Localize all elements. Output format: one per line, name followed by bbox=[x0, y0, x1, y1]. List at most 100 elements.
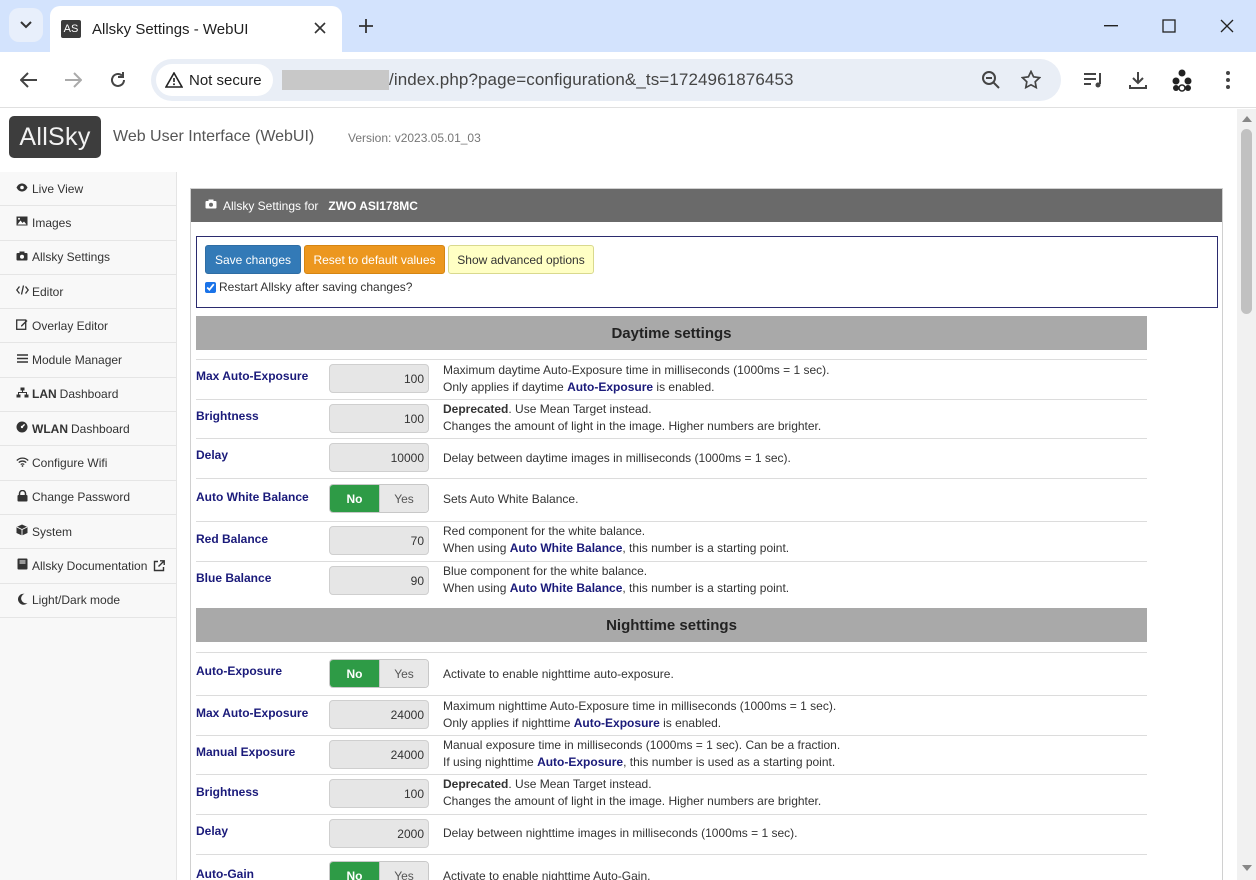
setting-description: Sets Auto White Balance. bbox=[443, 492, 579, 506]
media-control-icon[interactable] bbox=[1080, 66, 1108, 94]
address-bar[interactable]: Not secure /index.php?page=configuration… bbox=[151, 59, 1061, 101]
toggle-yes[interactable]: Yes bbox=[378, 660, 428, 687]
night-manual-exposure-input[interactable]: 24000 bbox=[329, 740, 429, 769]
sidebar-item-allsky-settings[interactable]: Allsky Settings bbox=[0, 240, 176, 275]
wifi-icon bbox=[16, 456, 29, 470]
restart-checkbox[interactable] bbox=[205, 281, 216, 293]
show-advanced-button[interactable]: Show advanced options bbox=[448, 245, 594, 274]
sidebar-item-images[interactable]: Images bbox=[0, 206, 176, 241]
zoom-icon[interactable] bbox=[979, 68, 1003, 92]
sidebar-item-label: Images bbox=[32, 215, 72, 230]
toggle-no[interactable]: No bbox=[330, 862, 379, 880]
bookmark-star-icon[interactable] bbox=[1019, 68, 1043, 92]
sidebar-item-wlan-dashboard[interactable]: WLAN Dashboard bbox=[0, 412, 176, 447]
toggle-yes[interactable]: Yes bbox=[378, 862, 428, 880]
setting-label: Auto White Balance bbox=[196, 490, 309, 504]
sidebar-item-label: Allsky Documentation bbox=[32, 558, 148, 573]
maximize-button[interactable] bbox=[1146, 8, 1192, 44]
close-window-button[interactable] bbox=[1204, 8, 1250, 44]
action-box: Save changes Reset to default values Sho… bbox=[196, 236, 1218, 308]
toggle-no[interactable]: No bbox=[330, 660, 379, 687]
new-tab-button[interactable] bbox=[352, 12, 380, 40]
scroll-thumb[interactable] bbox=[1241, 129, 1252, 314]
setting-label: Auto-Gain bbox=[196, 867, 254, 880]
setting-label: Blue Balance bbox=[196, 571, 272, 585]
day-brightness-input[interactable]: 100 bbox=[329, 404, 429, 433]
restart-option[interactable]: Restart Allsky after saving changes? bbox=[205, 280, 412, 294]
forward-button[interactable] bbox=[57, 64, 89, 96]
sidebar-item-label: Dashboard bbox=[59, 387, 119, 402]
sidebar-item-label: Change Password bbox=[32, 490, 131, 505]
desc-line: Deprecated. Use Mean Target instead. bbox=[443, 777, 652, 791]
night-auto-exposure-toggle[interactable]: No Yes bbox=[329, 659, 429, 688]
settings-panel: Allsky Settings for ZWO ASI178MC Save ch… bbox=[190, 188, 1223, 880]
setting-label: Delay bbox=[196, 824, 229, 838]
reset-defaults-button[interactable]: Reset to default values bbox=[304, 245, 445, 274]
book-icon bbox=[16, 558, 28, 573]
desc-line: Maximum daytime Auto-Exposure time in mi… bbox=[443, 363, 830, 377]
tab-search-button[interactable] bbox=[9, 8, 43, 42]
reload-button[interactable] bbox=[102, 64, 134, 96]
minimize-button[interactable] bbox=[1088, 8, 1134, 44]
setting-description: Maximum daytime Auto-Exposure time in mi… bbox=[443, 362, 829, 396]
download-icon[interactable] bbox=[1124, 66, 1152, 94]
night-delay-input[interactable]: 2000 bbox=[329, 819, 429, 848]
menu-kebab-icon[interactable] bbox=[1214, 66, 1242, 94]
sidebar-item-editor[interactable]: Editor bbox=[0, 274, 176, 310]
page-scrollbar[interactable] bbox=[1237, 109, 1256, 880]
day-auto-white-balance-toggle[interactable]: No Yes bbox=[329, 484, 429, 513]
dashboard-icon bbox=[16, 421, 28, 436]
night-max-auto-exposure-input[interactable]: 24000 bbox=[329, 700, 429, 729]
sidebar-item-live-view[interactable]: Live View bbox=[0, 172, 176, 207]
sidebar-item-allsky-documentation[interactable]: Allsky Documentation bbox=[0, 549, 176, 584]
scroll-down-arrow-icon[interactable] bbox=[1242, 865, 1252, 871]
setting-label: Max Auto-Exposure bbox=[196, 369, 309, 383]
setting-row-day-auto-white-balance: Auto White Balance No Yes Sets Auto Whit… bbox=[196, 478, 1147, 521]
camera-icon bbox=[16, 251, 28, 264]
eye-icon bbox=[16, 183, 28, 195]
scroll-up-arrow-icon[interactable] bbox=[1242, 116, 1252, 122]
sidebar-item-change-password[interactable]: Change Password bbox=[0, 480, 176, 515]
sidebar-item-light-dark-mode[interactable]: Light/Dark mode bbox=[0, 583, 176, 618]
sidebar-item-overlay-editor[interactable]: Overlay Editor bbox=[0, 309, 176, 344]
setting-description: Maximum nighttime Auto-Exposure time in … bbox=[443, 698, 836, 732]
sidebar-item-configure-wifi[interactable]: Configure Wifi bbox=[0, 446, 176, 481]
setting-description: Red component for the white balance. Whe… bbox=[443, 523, 789, 557]
day-blue-balance-input[interactable]: 90 bbox=[329, 566, 429, 595]
sidebar-item-module-manager[interactable]: Module Manager bbox=[0, 343, 176, 378]
sidebar-item-lan-dashboard[interactable]: LAN Dashboard bbox=[0, 377, 176, 413]
setting-description: Manual exposure time in milliseconds (10… bbox=[443, 737, 840, 771]
camera-model: ZWO ASI178MC bbox=[328, 198, 418, 213]
setting-row-night-brightness: Brightness 100 Deprecated. Use Mean Targ… bbox=[196, 774, 1147, 814]
day-delay-input[interactable]: 10000 bbox=[329, 443, 429, 472]
day-max-auto-exposure-input[interactable]: 100 bbox=[329, 364, 429, 393]
save-changes-button[interactable]: Save changes bbox=[205, 245, 301, 274]
night-auto-gain-toggle[interactable]: No Yes bbox=[329, 861, 429, 880]
security-chip[interactable]: Not secure bbox=[156, 64, 273, 96]
desc-line: Changes the amount of light in the image… bbox=[443, 419, 822, 433]
night-brightness-input[interactable]: 100 bbox=[329, 779, 429, 808]
redacted-host bbox=[282, 70, 389, 90]
setting-row-night-manual-exposure: Manual Exposure 24000 Manual exposure ti… bbox=[196, 735, 1147, 774]
sidebar-item-label: Configure Wifi bbox=[32, 456, 108, 471]
setting-row-day-max-auto-exposure: Max Auto-Exposure 100 Maximum daytime Au… bbox=[196, 359, 1147, 399]
allsky-logo[interactable]: AllSky bbox=[9, 116, 101, 158]
sidebar-item-system[interactable]: System bbox=[0, 514, 176, 550]
tab-close-icon[interactable] bbox=[310, 18, 330, 38]
desc-line: When using Auto White Balance, this numb… bbox=[443, 541, 790, 555]
moon-icon bbox=[16, 593, 28, 608]
toggle-yes[interactable]: Yes bbox=[378, 485, 428, 512]
page-viewport: AllSky Web User Interface (WebUI) Versio… bbox=[0, 109, 1237, 880]
setting-label: Auto-Exposure bbox=[196, 664, 283, 678]
sidebar-item-label: Overlay Editor bbox=[32, 318, 109, 333]
desc-line: Manual exposure time in milliseconds (10… bbox=[443, 738, 841, 752]
extension-icon[interactable] bbox=[1168, 66, 1196, 94]
tab-title: Allsky Settings - WebUI bbox=[92, 20, 249, 38]
toggle-no[interactable]: No bbox=[330, 485, 379, 512]
reload-icon bbox=[111, 72, 125, 87]
back-button[interactable] bbox=[13, 64, 45, 96]
browser-tab-active[interactable]: AS Allsky Settings - WebUI bbox=[50, 6, 342, 52]
camera-icon bbox=[205, 199, 217, 212]
desc-line: Maximum nighttime Auto-Exposure time in … bbox=[443, 699, 837, 713]
day-red-balance-input[interactable]: 70 bbox=[329, 526, 429, 555]
